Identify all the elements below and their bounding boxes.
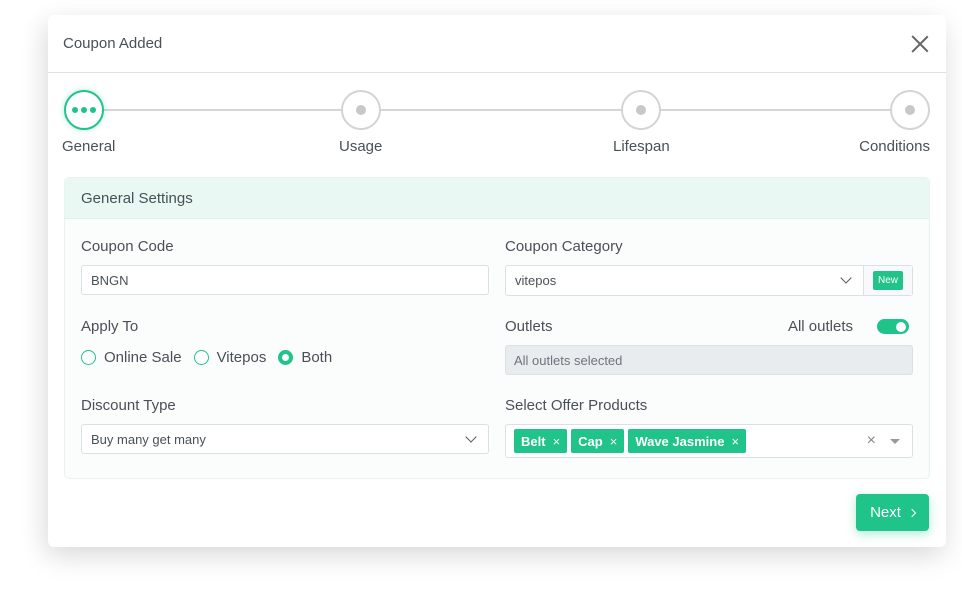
outlets-group: Outlets All outlets All outlets selected — [505, 318, 913, 375]
apply-to-radios: Online Sale Vitepos Both — [81, 349, 489, 366]
radio-unchecked-icon — [81, 350, 96, 365]
all-outlets-toggle[interactable] — [877, 319, 909, 334]
step-label: Usage — [339, 138, 383, 155]
close-icon[interactable] — [909, 33, 931, 55]
card-title: General Settings — [65, 178, 929, 219]
clear-all-icon[interactable]: × — [867, 432, 876, 450]
stepper: General Usage Lifespan Conditions — [62, 90, 930, 160]
caret-down-icon[interactable] — [890, 438, 900, 444]
all-outlets-label: All outlets — [787, 318, 853, 335]
tag-label: Cap — [578, 433, 603, 449]
radio-label: Both — [301, 349, 333, 366]
step-label: General — [62, 138, 116, 155]
category-addon: New — [864, 266, 912, 295]
step-pending-icon — [340, 90, 381, 130]
discount-type-group: Discount Type Buy many get many — [81, 397, 489, 454]
tag-label: Belt — [521, 433, 546, 449]
product-tag: Belt × — [514, 429, 568, 453]
all-outlets-toggle-group: All outlets — [788, 318, 913, 335]
step-usage[interactable]: Usage — [339, 90, 382, 155]
discount-type-select[interactable]: Buy many get many — [81, 424, 489, 454]
radio-label: Vitepos — [216, 349, 267, 366]
coupon-category-input-group: vitepos New — [505, 265, 913, 296]
apply-to-label: Apply To — [81, 318, 139, 335]
modal-title: Coupon Added — [63, 35, 163, 52]
radio-vitepos[interactable]: Vitepos — [193, 349, 267, 366]
remove-tag-icon[interactable]: × — [553, 434, 561, 449]
coupon-modal: Coupon Added General Usage Lifespan Cond… — [48, 15, 946, 547]
outlets-input: All outlets selected — [505, 345, 913, 375]
radio-online-sale[interactable]: Online Sale — [81, 349, 182, 366]
chevron-down-icon — [465, 430, 477, 443]
coupon-code-group: Coupon Code BNGN — [81, 238, 489, 295]
step-label: Lifespan — [613, 138, 670, 155]
step-pending-icon — [890, 90, 930, 130]
radio-label: Online Sale — [104, 349, 182, 366]
modal-header: Coupon Added — [48, 15, 946, 73]
discount-type-label: Discount Type — [81, 397, 176, 414]
discount-type-value: Buy many get many — [91, 431, 206, 447]
coupon-category-group: Coupon Category vitepos New — [505, 238, 913, 296]
coupon-code-input[interactable]: BNGN — [81, 265, 489, 295]
product-tag: Wave Jasmine × — [628, 429, 747, 453]
step-pending-icon — [621, 90, 662, 130]
next-button[interactable]: Next — [856, 494, 929, 531]
step-label: Conditions — [859, 138, 930, 155]
step-lifespan[interactable]: Lifespan — [613, 90, 670, 155]
radio-unchecked-icon — [193, 350, 209, 365]
offer-products-group: Select Offer Products Belt × Cap × Wave … — [505, 397, 913, 458]
product-tags: Belt × Cap × Wave Jasmine × — [514, 429, 747, 453]
new-category-button[interactable]: New — [872, 271, 903, 290]
stepper-line — [84, 109, 910, 111]
outlets-row: Outlets All outlets — [505, 318, 913, 335]
remove-tag-icon[interactable]: × — [731, 434, 739, 449]
general-settings-card: General Settings Coupon Code BNGN Apply … — [64, 177, 930, 479]
step-conditions[interactable]: Conditions — [859, 90, 930, 155]
radio-checked-icon — [278, 350, 294, 365]
coupon-category-select[interactable]: vitepos — [506, 266, 864, 295]
coupon-category-value: vitepos — [515, 273, 557, 288]
step-active-icon — [64, 90, 104, 130]
radio-both[interactable]: Both — [278, 349, 332, 366]
chevron-right-icon — [907, 508, 917, 517]
product-tag: Cap × — [571, 429, 625, 453]
chevron-down-icon — [840, 272, 852, 284]
remove-tag-icon[interactable]: × — [610, 434, 618, 449]
tag-label: Wave Jasmine — [635, 433, 725, 449]
offer-products-label: Select Offer Products — [505, 397, 648, 414]
coupon-code-label: Coupon Code — [81, 238, 174, 255]
apply-to-group: Apply To Online Sale Vitepos Both — [81, 318, 489, 366]
coupon-category-label: Coupon Category — [505, 238, 623, 255]
offer-products-multiselect[interactable]: Belt × Cap × Wave Jasmine × × — [505, 424, 913, 458]
outlets-label: Outlets — [505, 318, 553, 335]
multiselect-actions: × — [867, 432, 900, 450]
next-label: Next — [870, 504, 901, 521]
step-general[interactable]: General — [62, 90, 116, 155]
